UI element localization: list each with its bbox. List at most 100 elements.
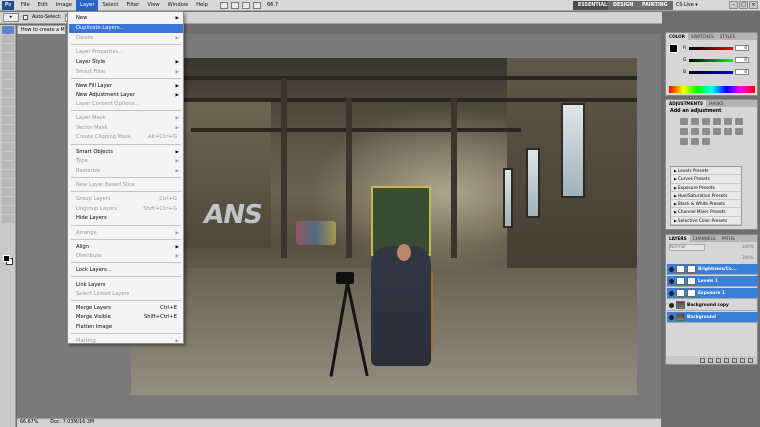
menu-item-vector-mask[interactable]: Vector Mask ▶: [69, 124, 183, 133]
brightness-contrast-icon[interactable]: [680, 118, 688, 125]
posterize-icon[interactable]: [735, 128, 743, 135]
workspace-design[interactable]: DESIGN: [608, 1, 639, 10]
minimize-button[interactable]: –: [729, 1, 738, 9]
selective-color-icon[interactable]: [702, 138, 710, 145]
type-tool-icon[interactable]: [2, 161, 14, 169]
curves-icon[interactable]: [702, 118, 710, 125]
menu-item-ungroup-layers[interactable]: Ungroup Layers Shift+Ctrl+G: [69, 205, 183, 214]
menu-item-create-clipping-mask[interactable]: Create Clipping Mask Alt+Ctrl+G: [69, 133, 183, 142]
tab-adjustments[interactable]: ADJUSTMENTS: [666, 100, 706, 107]
invert-icon[interactable]: [724, 128, 732, 135]
status-zoom[interactable]: 66.67%: [20, 419, 38, 427]
eraser-tool-icon[interactable]: [2, 116, 14, 124]
photo-filter-icon[interactable]: [702, 128, 710, 135]
marquee-tool-icon[interactable]: [2, 35, 14, 43]
layer-row[interactable]: Exposure 1: [667, 288, 758, 299]
menu-layer[interactable]: Layer: [75, 0, 99, 11]
layer-row[interactable]: Brightness/Co...: [667, 264, 758, 275]
path-select-tool-icon[interactable]: [2, 170, 14, 178]
zoom-tool-icon[interactable]: [252, 1, 261, 9]
dodge-tool-icon[interactable]: [2, 143, 14, 151]
channel-gradient-bar[interactable]: [689, 46, 733, 50]
menu-item-type[interactable]: Type ▶: [69, 157, 183, 166]
cs-live-button[interactable]: CS Live ▾: [676, 1, 698, 10]
channel-value[interactable]: 0: [735, 45, 749, 51]
tab-styles[interactable]: STYLES: [717, 33, 738, 40]
menu-item-rasterize[interactable]: Rasterize ▶: [69, 167, 183, 176]
menu-item-layer-content-options[interactable]: Layer Content Options...: [69, 100, 183, 109]
zoom-level[interactable]: 66.7: [267, 2, 278, 8]
move-tool-icon[interactable]: [2, 26, 14, 34]
layer-mask-thumb[interactable]: [687, 277, 696, 285]
crop-tool-icon[interactable]: [2, 62, 14, 70]
clone-stamp-tool-icon[interactable]: [2, 98, 14, 106]
eye-icon[interactable]: [669, 302, 674, 308]
mask-icon[interactable]: [716, 357, 721, 363]
color-slider-b[interactable]: B 0: [683, 69, 749, 75]
tool-preset-picker[interactable]: ▸: [3, 13, 19, 22]
menu-item-flatten-image[interactable]: Flatten Image: [69, 323, 183, 332]
preset-levels[interactable]: Levels Presets: [671, 167, 741, 176]
blend-mode-select[interactable]: Normal: [669, 244, 705, 251]
tab-swatches[interactable]: SWATCHES: [688, 33, 717, 40]
zoom-tool-icon[interactable]: [2, 215, 14, 223]
eye-icon[interactable]: [669, 278, 674, 284]
menu-edit[interactable]: Edit: [34, 0, 52, 11]
tab-masks[interactable]: MASKS: [706, 100, 727, 107]
history-brush-tool-icon[interactable]: [2, 107, 14, 115]
eye-icon[interactable]: [669, 266, 674, 272]
menu-item-group-layers[interactable]: Group Layers Ctrl+G: [69, 195, 183, 204]
menu-filter[interactable]: Filter: [122, 0, 143, 11]
menu-item-select-linked-layers[interactable]: Select Linked Layers: [69, 290, 183, 299]
new-layer-icon[interactable]: [740, 357, 745, 363]
tab-paths[interactable]: PATHS: [719, 235, 738, 242]
channel-value[interactable]: 0: [735, 57, 749, 63]
menu-item-layer-mask[interactable]: Layer Mask ▶: [69, 114, 183, 123]
preset-channel-mixer[interactable]: Channel Mixer Presets: [671, 208, 741, 217]
preset-exposure[interactable]: Exposure Presets: [671, 184, 741, 192]
layer-mask-thumb[interactable]: [687, 265, 696, 273]
layer-row[interactable]: Levels 1: [667, 276, 758, 287]
menu-item-arrange[interactable]: Arrange ▶: [69, 229, 183, 238]
menu-item-smart-objects[interactable]: Smart Objects ▶: [69, 148, 183, 157]
foreground-color-swatch[interactable]: [3, 255, 10, 262]
menu-item-matting[interactable]: Matting ▶: [69, 337, 183, 346]
vibrance-icon[interactable]: [724, 118, 732, 125]
menu-file[interactable]: File: [17, 0, 34, 11]
quick-select-tool-icon[interactable]: [2, 53, 14, 61]
layer-row[interactable]: Background copy: [667, 300, 758, 311]
channel-value[interactable]: 0: [735, 69, 749, 75]
hue-saturation-icon[interactable]: [735, 118, 743, 125]
color-balance-icon[interactable]: [680, 128, 688, 135]
menu-help[interactable]: Help: [192, 0, 212, 11]
blur-tool-icon[interactable]: [2, 134, 14, 142]
brush-tool-icon[interactable]: [2, 89, 14, 97]
menu-item-duplicate-layers[interactable]: Duplicate Layers...: [69, 24, 183, 33]
3d-rotate-tool-icon[interactable]: [2, 188, 14, 196]
link-icon[interactable]: [700, 357, 705, 363]
levels-icon[interactable]: [691, 118, 699, 125]
menu-item-smart-filter[interactable]: Smart Filter ▶: [69, 68, 183, 77]
channel-gradient-bar[interactable]: [689, 70, 733, 74]
menu-select[interactable]: Select: [98, 0, 122, 11]
menu-item-delete[interactable]: Delete ▶: [69, 34, 183, 43]
color-slider-g[interactable]: G 0: [683, 57, 749, 63]
eye-icon[interactable]: [669, 314, 674, 320]
gradient-map-icon[interactable]: [691, 138, 699, 145]
lasso-tool-icon[interactable]: [2, 44, 14, 52]
menu-item-align[interactable]: Align ▶: [69, 243, 183, 252]
menu-item-new-layer-based-slice[interactable]: New Layer Based Slice: [69, 181, 183, 190]
folder-icon[interactable]: [732, 357, 737, 363]
menu-item-new-adjustment-layer[interactable]: New Adjustment Layer ▶: [69, 91, 183, 100]
hand-tool-icon[interactable]: [2, 206, 14, 214]
mini-bridge-icon[interactable]: [230, 1, 239, 9]
tab-channels[interactable]: CHANNELS: [690, 235, 719, 242]
channel-mixer-icon[interactable]: [713, 128, 721, 135]
auto-select-checkbox[interactable]: [23, 15, 28, 20]
color-spectrum[interactable]: [669, 86, 755, 93]
menu-item-merge-layers[interactable]: Merge Layers Ctrl+E: [69, 304, 183, 313]
menu-item-layer-style[interactable]: Layer Style ▶: [69, 58, 183, 67]
menu-item-link-layers[interactable]: Link Layers: [69, 281, 183, 290]
exposure-icon[interactable]: [713, 118, 721, 125]
menu-image[interactable]: Image: [52, 0, 76, 11]
